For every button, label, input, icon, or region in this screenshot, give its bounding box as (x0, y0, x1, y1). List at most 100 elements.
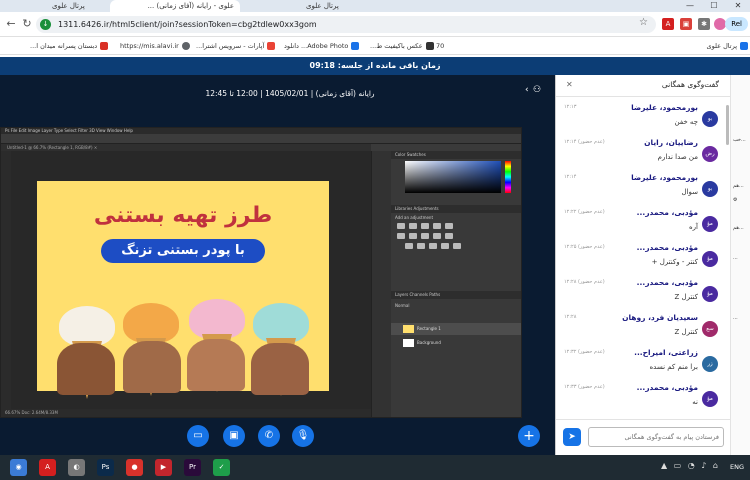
avatar[interactable]: زر (702, 356, 718, 372)
chat-message-sender[interactable]: مؤدبی، محمدر... (637, 383, 698, 392)
taskbar-app-shield[interactable]: ✓ (213, 459, 230, 476)
side-strip-item[interactable]: ... (733, 255, 738, 261)
avatar[interactable]: سع (702, 321, 718, 337)
taskbar-app-media[interactable]: ◐ (68, 459, 85, 476)
mute-button[interactable]: 🎙 (292, 425, 314, 447)
layer-row[interactable]: Background (391, 337, 521, 349)
adjustment-icon[interactable] (433, 223, 441, 229)
avatar[interactable]: مؤ (702, 216, 718, 232)
presentation-stage: رایانه (آقای زمانی) | 1405/02/01 | 12:00… (0, 75, 555, 455)
adjustment-icon[interactable] (397, 233, 405, 239)
share-screen-button[interactable]: ▭ (187, 425, 209, 447)
audio-button[interactable]: ✆ (258, 425, 280, 447)
adjustment-icon[interactable] (453, 243, 461, 249)
bookmark-item[interactable]: https://mis.alavi.ir (120, 40, 190, 52)
avatar[interactable]: مؤ (702, 286, 718, 302)
color-panel-tabs[interactable]: Color Swatches (391, 151, 521, 159)
bookmark-item[interactable]: Adobe Photo... دانلود (284, 40, 360, 52)
chat-input[interactable] (588, 427, 724, 447)
taskbar-app-photoshop[interactable]: Ps (97, 459, 114, 476)
adjustment-icon[interactable] (441, 243, 449, 249)
side-strip-item[interactable]: ...هم (733, 225, 744, 231)
adjustment-icon[interactable] (397, 223, 405, 229)
gear-icon[interactable]: ⚙ (733, 197, 737, 203)
adjustment-icon[interactable] (421, 233, 429, 239)
reload-icon[interactable]: ↻ (20, 17, 34, 31)
avatar[interactable]: رض (702, 146, 718, 162)
adjustment-icon[interactable] (445, 233, 453, 239)
chat-scrollbar[interactable] (726, 105, 729, 145)
language-indicator[interactable]: ENG (730, 463, 744, 471)
hue-slider[interactable] (505, 161, 511, 193)
photoshop-document-tab: Untitled-1 @ 66.7% (Rectangle 1, RGB/8#)… (1, 144, 371, 151)
maximize-icon[interactable]: ☐ (702, 0, 726, 12)
site-info-icon[interactable]: ↓ (40, 19, 51, 30)
address-bar[interactable]: ↓ 1311.6426.ir/html5client/join?sessionT… (36, 16, 656, 33)
profile-button[interactable]: Rel (725, 17, 748, 31)
tab-portal[interactable]: پرتال علوی (46, 0, 91, 12)
bookmark-star-icon[interactable]: ☆ (639, 17, 648, 28)
chat-message-time: (عدم حضور) ۱۲:۲۵ (564, 244, 605, 250)
adjustments-panel-tabs[interactable]: Libraries Adjustments (391, 205, 521, 213)
bookmark-item[interactable]: عکس باکیفیت ط... (370, 40, 434, 52)
taskbar-app-screen[interactable]: ▶ (155, 459, 172, 476)
adjustment-icon[interactable] (421, 223, 429, 229)
pdf-extension-icon[interactable]: A (662, 18, 674, 30)
adjustment-icon[interactable] (433, 233, 441, 239)
tab-active-session[interactable]: علوی - رایانه (آفای زمانی) ... (110, 0, 240, 12)
chat-message-sender[interactable]: رضاییان، رایان (644, 138, 698, 147)
chat-message-time: (عدم حضور) ۱۲:۳۲ (564, 349, 605, 355)
chat-close-icon[interactable]: ✕ (566, 80, 573, 89)
actions-plus-button[interactable]: + (518, 425, 540, 447)
chat-message-sender[interactable]: مؤدبی، محمدر... (637, 278, 698, 287)
adjustment-icon[interactable] (445, 223, 453, 229)
chat-message-sender[interactable]: مؤدبی، محمدر... (637, 208, 698, 217)
bookmark-item[interactable]: 70 (436, 40, 444, 52)
color-picker-field[interactable] (405, 161, 501, 193)
taskbar-app-recorder[interactable]: ● (126, 459, 143, 476)
chevron-left-icon[interactable]: ‹ (525, 85, 529, 95)
side-strip-item[interactable]: ... (733, 315, 738, 321)
taskbar-app-premiere[interactable]: Pr (184, 459, 201, 476)
bookmark-item[interactable]: آپارات - سرویس اشترا... (196, 40, 276, 52)
close-icon[interactable]: ✕ (726, 0, 750, 12)
layer-thumbnail (403, 339, 414, 347)
blend-mode-select[interactable]: Normal (395, 303, 409, 308)
chat-message-sender[interactable]: بورمحمود، علیرضا (631, 103, 698, 112)
adjustment-icon[interactable] (409, 223, 417, 229)
side-strip-item[interactable]: ...خب (733, 137, 746, 143)
extensions-puzzle-icon[interactable]: ✱ (698, 18, 710, 30)
system-tray[interactable]: ▲ ▭ ◔ ♪ ⌂ (661, 461, 720, 470)
avatar[interactable]: مؤ (702, 251, 718, 267)
adjustment-icon[interactable] (429, 243, 437, 249)
adjustment-icon[interactable] (409, 233, 417, 239)
layer-row[interactable]: Rectangle 1 (391, 323, 521, 335)
avatar[interactable]: مؤ (702, 391, 718, 407)
chat-message-sender[interactable]: بورمحمود، علیرضا (631, 173, 698, 182)
minimize-icon[interactable]: — (678, 0, 702, 12)
adjustment-icon[interactable] (405, 243, 413, 249)
avatar[interactable] (714, 18, 726, 30)
send-button[interactable]: ➤ (563, 428, 581, 446)
avatar[interactable]: بو (702, 181, 718, 197)
tab-portal-2[interactable]: پرتال علوی (300, 0, 345, 12)
chat-message-time: (عدم حضور) ۱۲:۲۸ (564, 279, 605, 285)
taskbar-app-chrome[interactable]: ◉ (10, 459, 27, 476)
bookmark-item[interactable]: دبستان پسرانه میدان ا... (30, 40, 109, 52)
chat-message-sender[interactable]: زراعتی، امیراح... (634, 348, 698, 357)
extension-icon[interactable]: ▣ (680, 18, 692, 30)
adjustment-icon[interactable] (417, 243, 425, 249)
taskbar-app-acrobat[interactable]: A (39, 459, 56, 476)
layers-panel-tabs[interactable]: Layers Channels Paths (391, 291, 521, 299)
url-text[interactable]: 1311.6426.ir/html5client/join?sessionTok… (58, 18, 317, 31)
chat-message-sender[interactable]: مؤدبی، محمدر... (637, 243, 698, 252)
camera-button[interactable]: ▣ (223, 425, 245, 447)
chat-message-list[interactable]: بو بورمحمود، علیرضا ۱۲:۱۳ چه خفن رض رضاییان، … (556, 97, 731, 419)
chat-message: مؤ مؤدبی، محمدر... (عدم حضور) ۱۲:۳۳ نه (556, 381, 726, 417)
chat-message-sender[interactable]: سعیدیان فرد، روهان (622, 313, 698, 322)
user-list-icon[interactable]: ⚇ (533, 85, 541, 95)
back-icon[interactable]: ← (4, 17, 18, 31)
side-strip-item[interactable]: ...هم (733, 183, 744, 189)
avatar[interactable]: بو (702, 111, 718, 127)
bookmark-item[interactable]: پرتال علوی (707, 40, 748, 52)
